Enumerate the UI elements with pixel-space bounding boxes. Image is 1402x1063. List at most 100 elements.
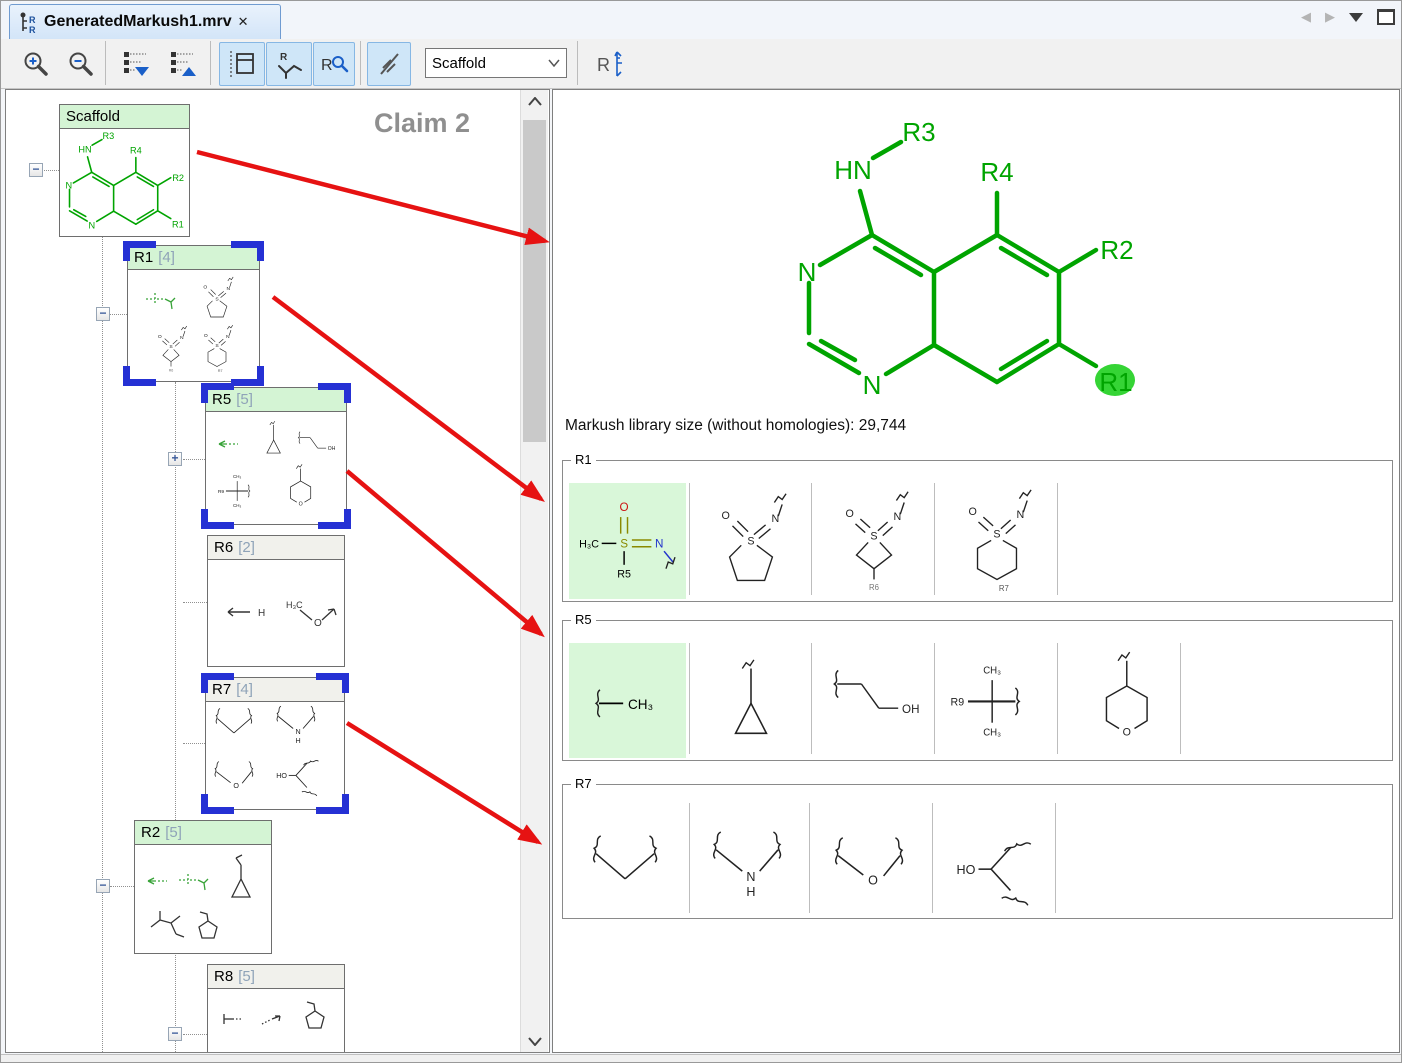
atom-label: H₃C: [286, 600, 303, 610]
bottom-scrollbar[interactable]: [1, 1054, 1402, 1063]
node-count: [4]: [158, 249, 175, 266]
fragment-r5-hydroxyethyl[interactable]: [815, 643, 933, 760]
node-count: [5]: [236, 391, 253, 408]
markush-document-icon: R R: [18, 9, 38, 35]
rgroup-query-toggle[interactable]: R: [313, 42, 355, 86]
zoom-in-button[interactable]: [13, 42, 59, 86]
expander-r2[interactable]: −: [96, 879, 110, 893]
tree-node-r8[interactable]: R8 [5]: [207, 964, 345, 1053]
tab-scroll-left-icon[interactable]: ◀: [1301, 9, 1311, 25]
chevron-down-icon: [548, 59, 560, 67]
node-label: R8: [214, 968, 233, 985]
expander-scaffold[interactable]: −: [29, 163, 43, 177]
rgroup-box-r7: R7: [562, 784, 1393, 919]
rgroup-legend: R5: [571, 612, 596, 627]
panel-layout-icon: [227, 49, 257, 79]
library-size-label: Markush library size (without homologies…: [565, 417, 906, 435]
tree-node-r7[interactable]: R7[4]: [205, 677, 345, 810]
tab-close-icon[interactable]: ✕: [238, 14, 249, 30]
node-label: R6: [214, 539, 233, 556]
icon-letter: R: [29, 25, 36, 35]
tree-connector: [183, 602, 207, 603]
markush-editor-window: N N HN R3 R4 R2 R1 H₃C S O N: [0, 0, 1402, 1063]
scaffold-detail-panel: Markush library size (without homologies…: [552, 89, 1400, 1053]
node-label: Scaffold: [66, 108, 120, 125]
node-count: [4]: [236, 681, 253, 698]
expand-all-icon: [121, 49, 151, 79]
scaffold-thumbnail: [60, 129, 187, 233]
fragment-r1-methylsulfoximine[interactable]: [569, 483, 687, 600]
r7-thumbnail: [206, 702, 342, 808]
node-label: R2: [141, 824, 160, 841]
fragment-r1-thiane-imine-oxide[interactable]: [938, 483, 1056, 600]
tree-connector: [110, 886, 134, 887]
scroll-down-icon[interactable]: [521, 1030, 548, 1052]
fragment-r1-thiolane-imine-oxide[interactable]: [692, 483, 810, 600]
atom-label: H: [258, 608, 265, 619]
fragment-r7-hydroxymethine[interactable]: [935, 803, 1053, 920]
rgroup-view-icon: R: [274, 49, 304, 79]
rgroup-view-toggle[interactable]: R: [266, 42, 312, 86]
expand-all-button[interactable]: [113, 42, 159, 86]
fragment-r7-ether[interactable]: [813, 803, 931, 920]
hide-bonds-icon: [374, 49, 404, 79]
r6-thumbnail: H H₃C O: [208, 560, 342, 665]
tree-connector: [183, 459, 205, 460]
r1-thumbnail: [128, 270, 257, 378]
fragment-r7-nh[interactable]: [691, 803, 809, 920]
rgroup-query-icon: R: [318, 49, 350, 79]
rgroup-box-r5: R5: [562, 620, 1393, 761]
tab-bar: R R GeneratedMarkush1.mrv ✕ ◀ ▶: [1, 1, 1402, 40]
fragment-r5-methyl[interactable]: [569, 643, 687, 760]
claim-watermark: Claim 2: [374, 108, 470, 139]
tree-connector: [102, 237, 103, 1053]
tab-scroll-right-icon[interactable]: ▶: [1325, 9, 1335, 25]
icon-letter: R: [29, 15, 36, 25]
tab-generated-markush[interactable]: R R GeneratedMarkush1.mrv ✕: [9, 4, 281, 39]
tree-node-r1[interactable]: R1[4]: [127, 245, 260, 382]
hide-bonds-toggle[interactable]: [367, 42, 411, 86]
tree-connector: [42, 170, 59, 171]
node-count: [5]: [238, 968, 255, 985]
rgroup-enumerate-icon: R: [593, 48, 627, 80]
tree-connector: [183, 1034, 207, 1035]
fragment-r5-oxanyl[interactable]: [1061, 643, 1179, 760]
fragment-r1-thietane-imine-oxide[interactable]: [815, 483, 933, 600]
node-count: [2]: [238, 539, 255, 556]
icon-letter: R: [321, 57, 333, 74]
zoom-out-button[interactable]: [58, 42, 104, 86]
panel-layout-toggle[interactable]: [219, 42, 265, 86]
scroll-up-icon[interactable]: [521, 90, 548, 112]
tree-node-r6[interactable]: R6 [2] H H₃C O: [207, 535, 345, 667]
expander-r5[interactable]: +: [168, 452, 182, 466]
collapse-all-button[interactable]: [160, 42, 206, 86]
expander-r8[interactable]: −: [168, 1027, 182, 1041]
r2-thumbnail: [135, 845, 269, 951]
tree-scrollbar[interactable]: [520, 90, 548, 1052]
icon-letter: R: [280, 52, 288, 63]
scrollbar-thumb[interactable]: [523, 120, 546, 442]
tab-list-menu-icon[interactable]: [1349, 13, 1363, 22]
rgroup-legend: R1: [571, 452, 596, 467]
icon-letter: R: [597, 55, 610, 75]
node-count: [5]: [165, 824, 182, 841]
expander-r1[interactable]: −: [96, 307, 110, 321]
scaffold-structure: [557, 92, 1397, 414]
fragment-r7-ethylene[interactable]: [569, 803, 687, 920]
markush-tree-panel: Claim 2 − − + − − Scaffold R1[4]: [5, 89, 550, 1053]
tree-node-scaffold[interactable]: Scaffold: [59, 104, 190, 237]
fragment-r5-cyclopropyl[interactable]: [692, 643, 810, 760]
rgroup-box-r1: R1: [562, 460, 1393, 602]
tree-node-r5[interactable]: R5[5]: [205, 387, 347, 525]
collapse-all-icon: [168, 49, 198, 79]
rgroup-legend: R7: [571, 776, 596, 791]
scaffold-select-value: Scaffold: [432, 55, 486, 72]
tree-node-r2[interactable]: R2 [5]: [134, 820, 272, 954]
fragment-r5-gem-dimethyl-r9[interactable]: [938, 643, 1056, 760]
toolbar: R R Scaffold R: [1, 39, 1402, 89]
scaffold-select[interactable]: Scaffold: [425, 48, 567, 78]
rgroup-enumerate-button[interactable]: R: [587, 42, 633, 86]
r8-thumbnail: [208, 989, 342, 1053]
restore-window-icon[interactable]: [1377, 9, 1395, 25]
atom-label: O: [314, 618, 322, 629]
